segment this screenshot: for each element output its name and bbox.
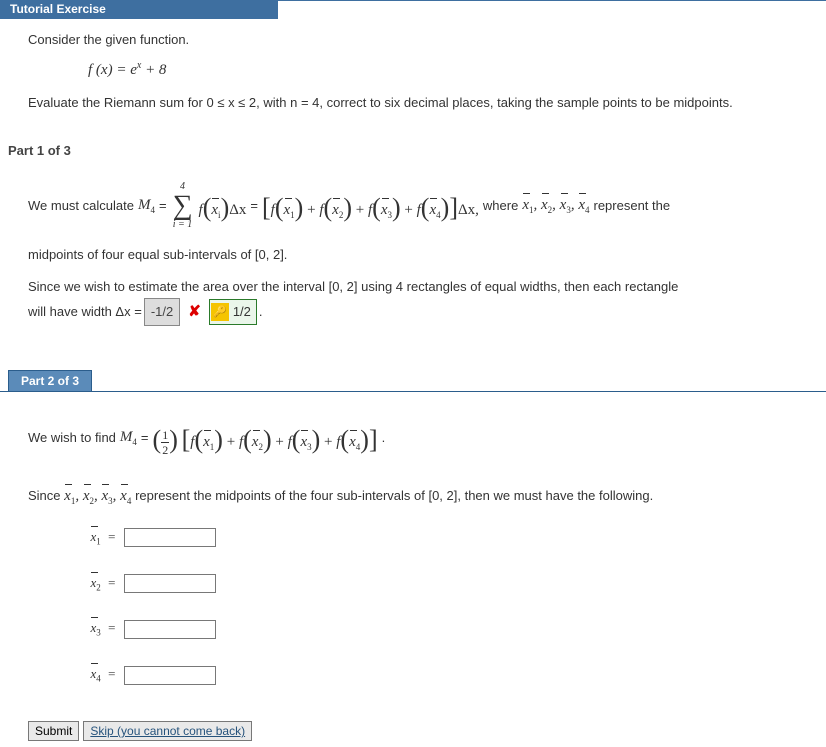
x1-row: x1 =: [70, 526, 798, 550]
x2-row: x2 =: [70, 572, 798, 596]
part2-body: We wish to find M4 = (12) [f(x1) + f(x2)…: [0, 392, 826, 697]
x4-input[interactable]: [124, 666, 216, 685]
part1-formula: We must calculate M4 = 4 ∑ i = 1 f(xi)Δx…: [28, 182, 798, 230]
x1-input[interactable]: [124, 528, 216, 547]
part1-heading: Part 1 of 3: [8, 143, 826, 158]
correct-answer-box: 🔑 1/2: [209, 299, 257, 325]
part1-line2: midpoints of four equal sub-intervals of…: [28, 244, 798, 266]
header-rule: [278, 0, 826, 19]
x2-input[interactable]: [124, 574, 216, 593]
wrong-answer-box: -1/2: [144, 298, 180, 326]
part2-formula: We wish to find M4 = (12) [f(x1) + f(x2)…: [28, 416, 798, 460]
problem-statement: Consider the given function. f (x) = ex …: [0, 19, 826, 118]
part2-para2: Since x1, x2, x3, x4 represent the midpo…: [28, 484, 798, 510]
problem-intro: Consider the given function.: [28, 29, 798, 51]
x3-row: x3 =: [70, 617, 798, 641]
sigma-icon: 4 ∑ i = 1: [173, 182, 193, 230]
submit-button[interactable]: Submit: [28, 721, 79, 741]
x3-input[interactable]: [124, 620, 216, 639]
tutorial-title: Tutorial Exercise: [0, 0, 278, 19]
key-icon: 🔑: [211, 303, 229, 321]
skip-button[interactable]: Skip (you cannot come back): [83, 721, 252, 741]
wrong-icon: ✘: [188, 299, 201, 325]
problem-task: Evaluate the Riemann sum for 0 ≤ x ≤ 2, …: [28, 92, 798, 114]
tutorial-header: Tutorial Exercise: [0, 0, 826, 19]
part1-body: We must calculate M4 = 4 ∑ i = 1 f(xi)Δx…: [0, 158, 826, 330]
button-row: Submit Skip (you cannot come back): [28, 721, 826, 741]
x4-row: x4 =: [70, 663, 798, 687]
part2-heading: Part 2 of 3: [8, 370, 92, 392]
part1-para2b-row: will have width Δx = -1/2 ✘ 🔑 1/2 .: [28, 298, 798, 326]
function-definition: f (x) = ex + 8: [88, 57, 798, 84]
part1-para2a: Since we wish to estimate the area over …: [28, 276, 798, 298]
